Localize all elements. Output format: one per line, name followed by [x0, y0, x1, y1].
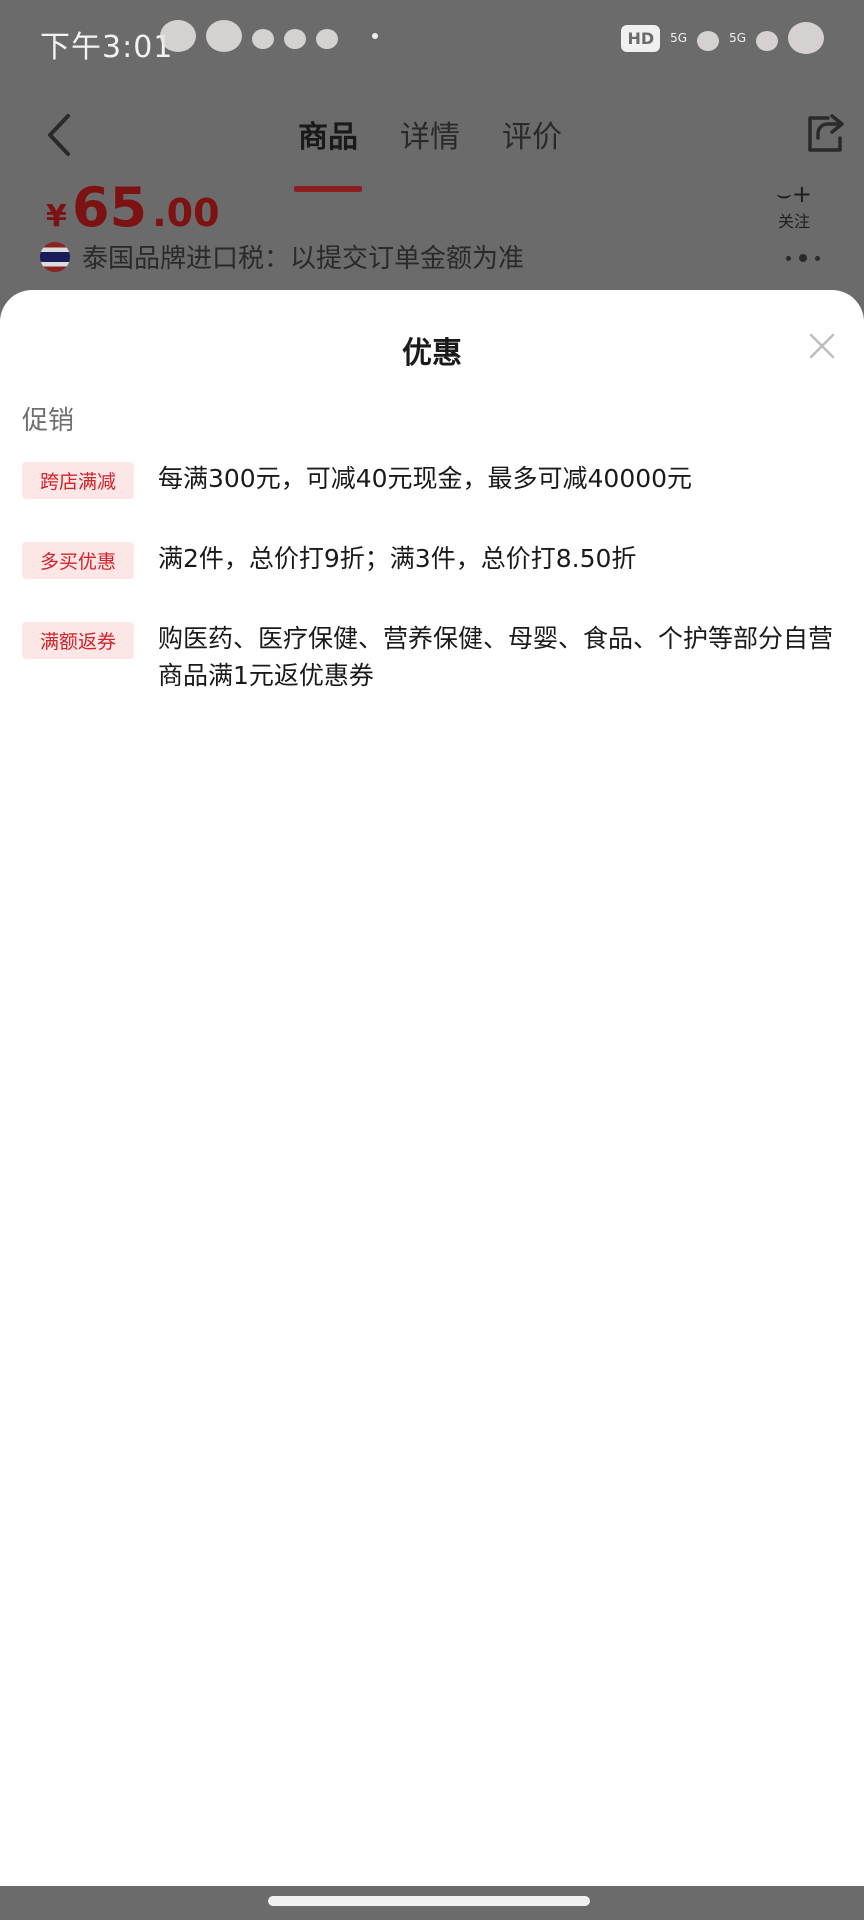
battery-icon	[788, 22, 824, 54]
share-icon[interactable]	[802, 110, 846, 154]
sticker-icon	[697, 31, 720, 51]
tab-product[interactable]: 商品	[294, 112, 362, 192]
follow-button[interactable]: ⌣+ 关注	[776, 180, 812, 232]
carousel-dot-active	[799, 254, 807, 262]
import-tax-row: 泰国品牌进口税：以提交订单金额为准	[40, 238, 524, 275]
import-tax-text: 泰国品牌进口税：以提交订单金额为准	[82, 244, 525, 274]
promotion-item[interactable]: 多买优惠 满2件，总价打9折；满3件，总价打8.50折	[22, 540, 842, 579]
currency-symbol: ¥	[46, 199, 67, 234]
promotions-sheet: 优惠 促销 跨店满减 每满300元，可减40元现金，最多可减40000元 多买优…	[0, 290, 864, 1886]
more-notifications-dot	[372, 33, 378, 39]
promotion-tag: 多买优惠	[22, 542, 134, 579]
product-price: ¥ 65 .00	[46, 176, 220, 239]
price-integer: 65	[71, 176, 148, 239]
status-time: 下午3:01	[40, 30, 174, 65]
promotion-description: 每满300元，可减40元现金，最多可减40000元	[158, 464, 693, 493]
close-icon[interactable]	[806, 330, 838, 362]
promotion-tag: 跨店满减	[22, 462, 134, 499]
carousel-indicator	[786, 254, 820, 262]
status-right: HD 5G 5G	[621, 22, 824, 54]
sticker-icon	[756, 31, 778, 51]
promotion-item[interactable]: 跨店满减 每满300元，可减40元现金，最多可减40000元	[22, 460, 842, 499]
back-icon[interactable]	[40, 110, 80, 160]
tab-reviews[interactable]: 评价	[502, 112, 562, 156]
sticker-icon	[316, 29, 338, 49]
hd-icon: HD	[621, 24, 661, 52]
carousel-dot	[815, 255, 820, 261]
follow-heart-plus-icon: ⌣+	[776, 180, 812, 208]
promotion-description: 满2件，总价打9折；满3件，总价打8.50折	[158, 544, 637, 573]
follow-label: 关注	[778, 212, 811, 231]
thailand-flag-icon	[40, 241, 70, 272]
promotion-description: 购医药、医疗保健、营养保健、母婴、食品、个护等部分自营商品满1元返优惠券	[158, 624, 834, 690]
system-navigation-bar	[0, 1886, 864, 1920]
sheet-title: 优惠	[402, 336, 462, 371]
promotion-section-label: 促销	[22, 406, 75, 436]
sticker-icon	[252, 29, 274, 49]
status-notification-icons	[160, 20, 378, 52]
tab-details[interactable]: 详情	[400, 112, 460, 156]
price-decimal: .00	[152, 191, 220, 235]
sticker-icon	[284, 29, 306, 49]
top-navigation: 商品 详情 评价	[0, 84, 864, 192]
sticker-icon	[206, 20, 242, 52]
promotion-tag: 满额返券	[22, 622, 134, 659]
promotion-item[interactable]: 满额返券 购医药、医疗保健、营养保健、母婴、食品、个护等部分自营商品满1元返优惠…	[22, 620, 842, 694]
sticker-icon	[160, 20, 196, 52]
signal-icon: 5G	[670, 31, 688, 45]
home-indicator[interactable]	[268, 1896, 590, 1906]
signal-icon: 5G	[729, 31, 746, 45]
status-bar: 下午3:01 HD 5G 5G	[0, 0, 864, 84]
nav-tabs: 商品 详情 评价	[294, 112, 562, 192]
carousel-dot	[786, 255, 791, 261]
